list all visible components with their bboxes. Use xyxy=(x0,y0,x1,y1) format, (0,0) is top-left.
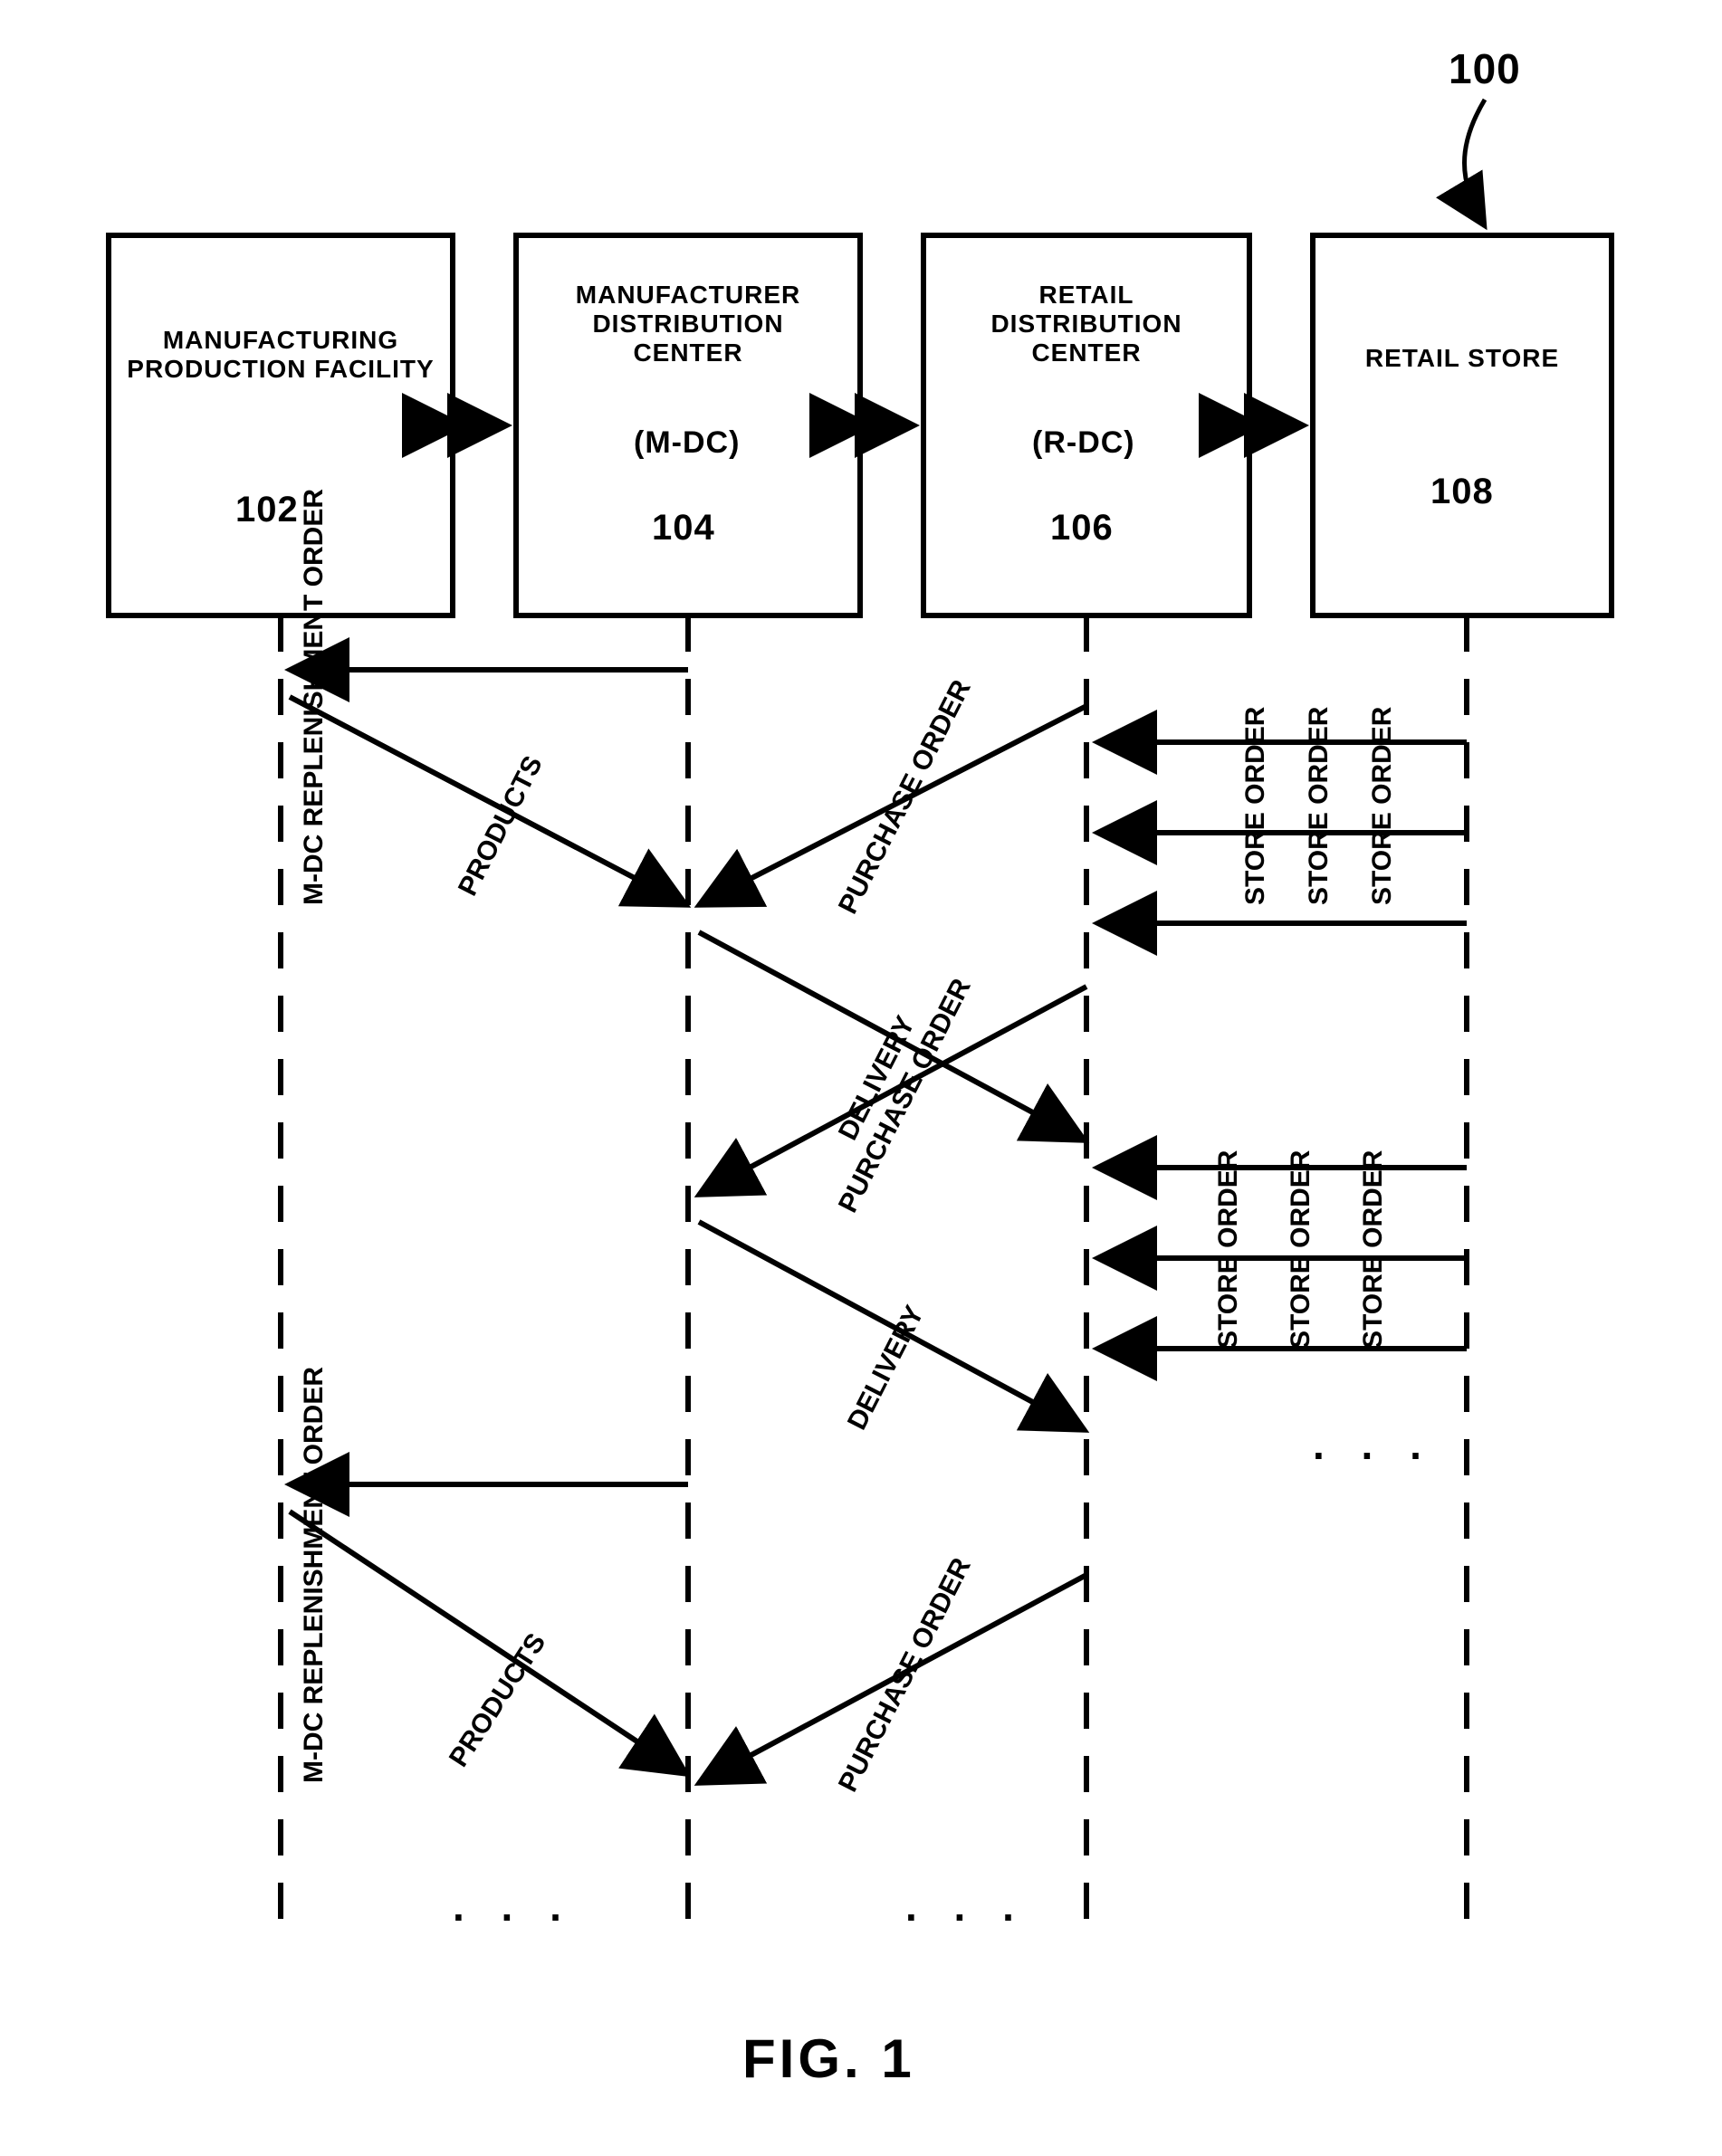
ellipsis-3: . . . xyxy=(1313,1421,1434,1469)
label-store-order-1b: STORE ORDER xyxy=(1304,707,1335,905)
box3-ref: 106 xyxy=(1050,507,1114,549)
box4-title: RETAIL STORE xyxy=(1331,344,1593,373)
label-mdc-replen-1: M-DC REPLENISHMENT ORDER xyxy=(299,489,330,905)
box2-acronym: (M-DC) xyxy=(634,425,740,461)
label-store-order-2c: STORE ORDER xyxy=(1358,1150,1389,1349)
label-store-order-1a: STORE ORDER xyxy=(1240,707,1271,905)
label-mdc-replen-2: M-DC REPLENISHMENT ORDER xyxy=(299,1367,330,1783)
box1-title: MANUFACTURING PRODUCTION FACILITY xyxy=(127,326,435,384)
label-store-order-2b: STORE ORDER xyxy=(1286,1150,1316,1349)
box3-title: RETAIL DISTRIBUTION CENTER xyxy=(942,281,1231,368)
box-retail-store xyxy=(1313,235,1612,615)
box-manufacturing xyxy=(109,235,453,615)
figure-label: FIG. 1 xyxy=(742,2027,915,2090)
label-store-order-1c: STORE ORDER xyxy=(1367,707,1398,905)
box4-ref: 108 xyxy=(1430,471,1494,512)
box2-title: MANUFACTURER DISTRIBUTION CENTER xyxy=(534,281,842,368)
box2-ref: 104 xyxy=(652,507,715,549)
label-store-order-2a: STORE ORDER xyxy=(1213,1150,1244,1349)
ellipsis-2: . . . xyxy=(905,1883,1027,1931)
diagram-root: 100 MANUFACTURING PRODUCTION FACILITY 10… xyxy=(0,0,1722,2156)
ellipsis-1: . . . xyxy=(453,1883,574,1931)
figure-ref: 100 xyxy=(1449,45,1521,93)
box1-ref: 102 xyxy=(235,489,299,530)
box3-acronym: (R-DC) xyxy=(1032,425,1135,461)
